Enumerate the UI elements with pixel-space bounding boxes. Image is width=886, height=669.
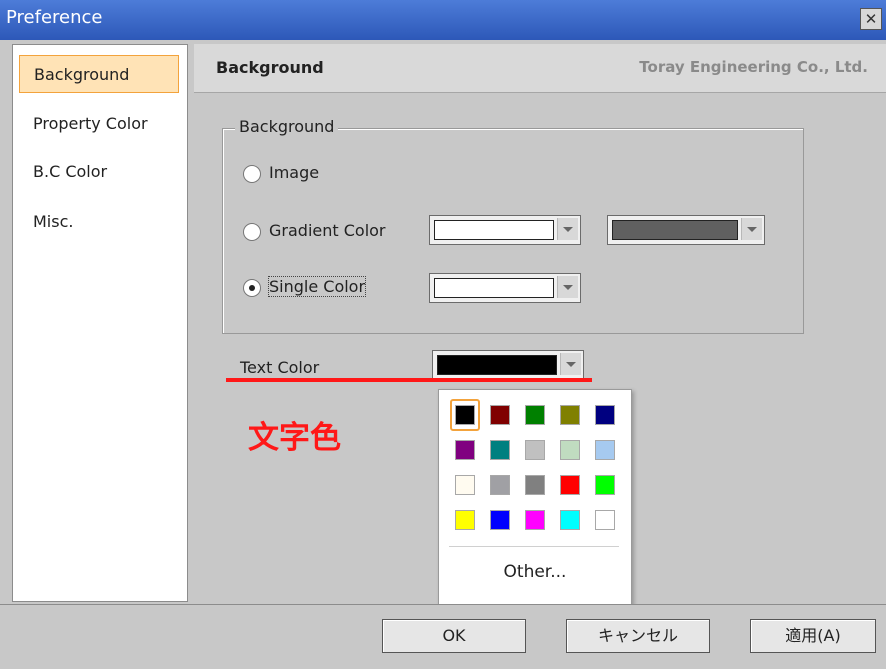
- color-swatch-808000[interactable]: [560, 405, 580, 425]
- sidebar: Background Property Color B.C Color Misc…: [12, 44, 188, 602]
- popup-separator: [449, 546, 619, 547]
- close-icon[interactable]: ✕: [860, 8, 882, 30]
- text-color-swatch: [437, 355, 557, 375]
- color-swatch-808080[interactable]: [525, 475, 545, 495]
- color-swatch-fffbf0[interactable]: [455, 475, 475, 495]
- panel-header: Background Toray Engineering Co., Ltd.: [194, 44, 886, 93]
- color-swatch-ffffff[interactable]: [595, 510, 615, 530]
- color-swatch-ffff00[interactable]: [455, 510, 475, 530]
- other-color-button[interactable]: Other...: [439, 562, 631, 582]
- color-swatch-000000[interactable]: [455, 405, 475, 425]
- color-swatch-ff0000[interactable]: [560, 475, 580, 495]
- chevron-down-icon[interactable]: [560, 353, 581, 375]
- cancel-button[interactable]: キャンセル: [566, 619, 710, 653]
- annotation-underline: [226, 378, 592, 382]
- gradient-color-1-swatch: [434, 220, 554, 240]
- color-swatch-a0a0a4[interactable]: [490, 475, 510, 495]
- ok-button[interactable]: OK: [382, 619, 526, 653]
- panel-title: Background: [216, 58, 324, 77]
- color-swatch-800000[interactable]: [490, 405, 510, 425]
- color-swatch-0000ff[interactable]: [490, 510, 510, 530]
- text-color-label: Text Color: [240, 358, 320, 377]
- text-color-dropdown[interactable]: [432, 350, 584, 380]
- color-swatch-00ff00[interactable]: [595, 475, 615, 495]
- chevron-down-icon[interactable]: [741, 218, 762, 240]
- single-color-dropdown[interactable]: [429, 273, 581, 303]
- color-swatch-c0dcc0[interactable]: [560, 440, 580, 460]
- chevron-down-icon[interactable]: [557, 276, 578, 298]
- title-bar: Preference ✕: [0, 0, 886, 40]
- company-name: Toray Engineering Co., Ltd.: [639, 58, 868, 76]
- gradient-color-2-dropdown[interactable]: [607, 215, 765, 245]
- window-title: Preference: [6, 7, 103, 28]
- radio-single-color[interactable]: [243, 279, 261, 297]
- color-swatch-ff00ff[interactable]: [525, 510, 545, 530]
- dialog-footer: OK キャンセル 適用(A): [0, 604, 886, 669]
- single-color-swatch: [434, 278, 554, 298]
- radio-image-label: Image: [269, 163, 320, 182]
- radio-gradient-label: Gradient Color: [269, 221, 386, 240]
- chevron-down-icon[interactable]: [557, 218, 578, 240]
- color-swatch-c0c0c0[interactable]: [525, 440, 545, 460]
- sidebar-item-property-color[interactable]: Property Color: [19, 105, 179, 143]
- group-legend: Background: [235, 117, 339, 136]
- apply-button[interactable]: 適用(A): [750, 619, 876, 653]
- color-swatch-800080[interactable]: [455, 440, 475, 460]
- background-groupbox: Background Image Gradient Color Single C…: [222, 117, 804, 334]
- gradient-color-2-swatch: [612, 220, 738, 240]
- sidebar-item-misc[interactable]: Misc.: [19, 203, 179, 241]
- sidebar-item-background[interactable]: Background: [19, 55, 179, 93]
- color-swatch-00ffff[interactable]: [560, 510, 580, 530]
- radio-image[interactable]: [243, 165, 261, 183]
- color-swatch-008000[interactable]: [525, 405, 545, 425]
- color-picker-popup: Other...: [438, 389, 632, 609]
- gradient-color-1-dropdown[interactable]: [429, 215, 581, 245]
- color-swatch-000080[interactable]: [595, 405, 615, 425]
- sidebar-item-bc-color[interactable]: B.C Color: [19, 153, 179, 191]
- color-swatch-a6caf0[interactable]: [595, 440, 615, 460]
- color-swatch-008080[interactable]: [490, 440, 510, 460]
- annotation-text: 文字色: [248, 420, 341, 456]
- radio-single-label: Single Color: [267, 276, 367, 297]
- radio-gradient-color[interactable]: [243, 223, 261, 241]
